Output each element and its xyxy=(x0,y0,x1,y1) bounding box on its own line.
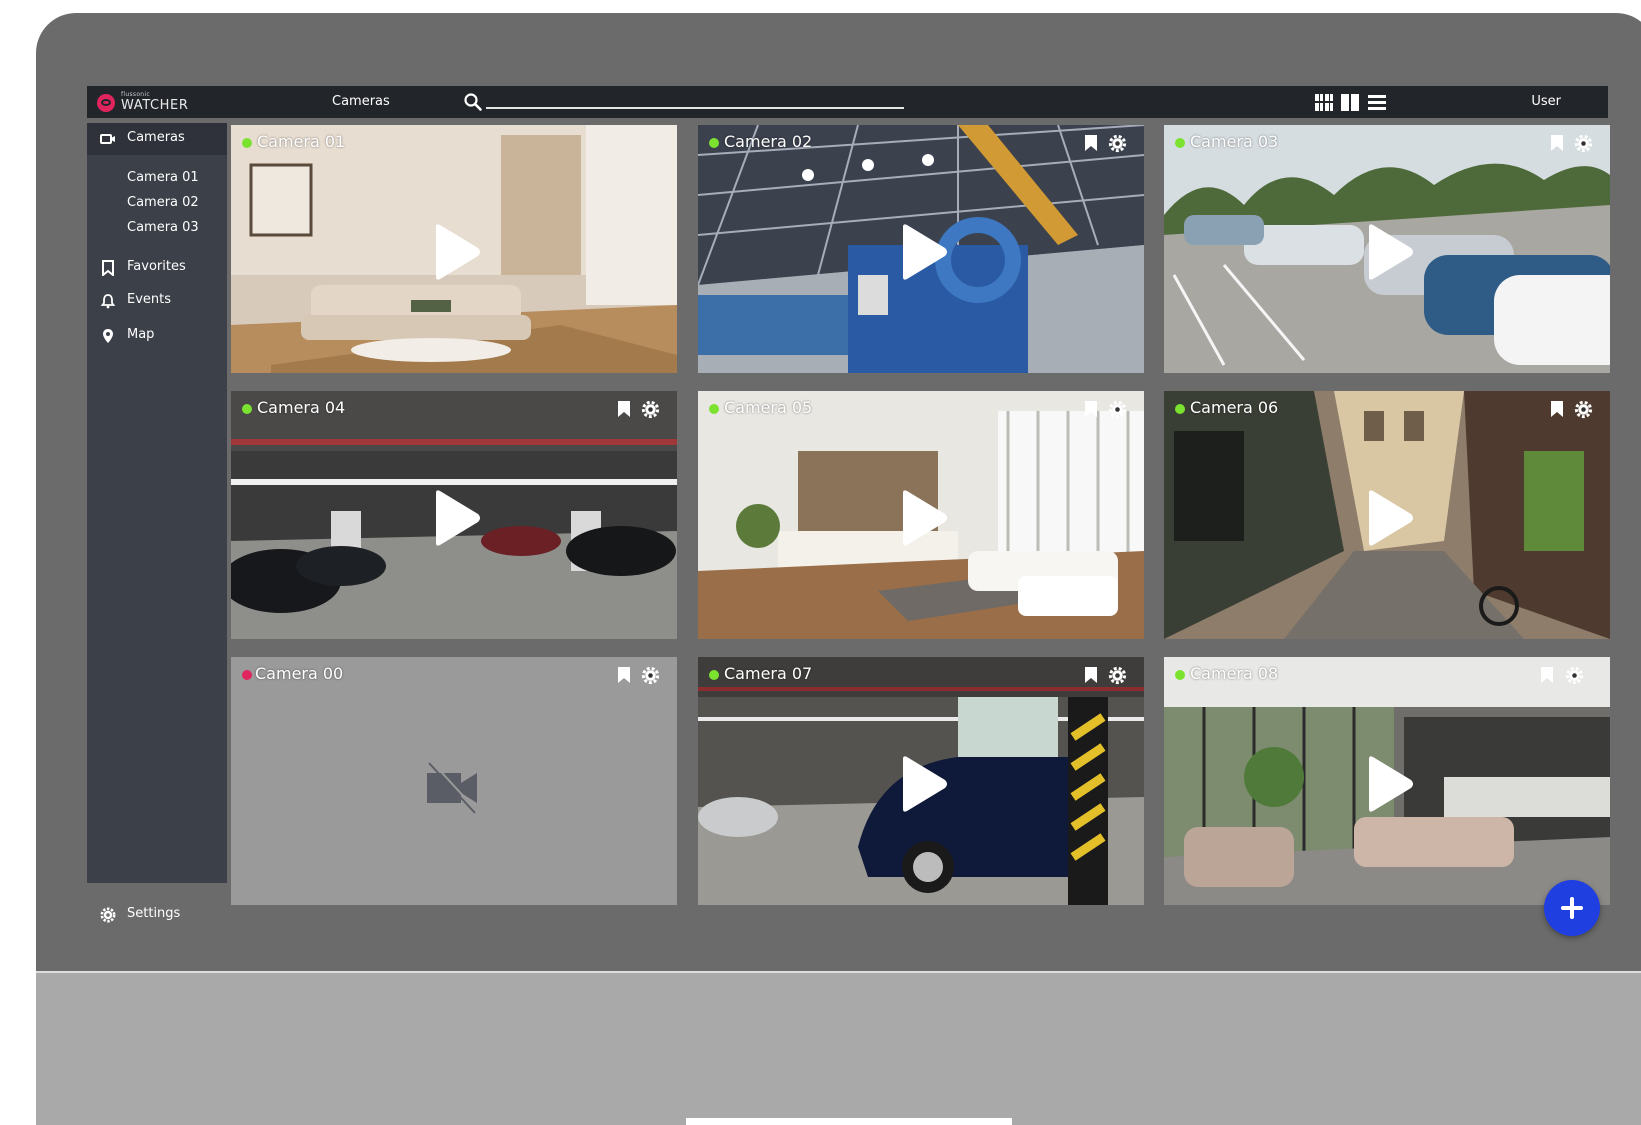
camera-tile[interactable]: Camera 05 xyxy=(698,391,1144,639)
top-bar: flussonic WATCHER Cameras User xyxy=(87,86,1608,118)
camera-title: Camera 07 xyxy=(724,664,813,683)
gear-icon[interactable] xyxy=(641,666,660,685)
laptop-base xyxy=(36,971,1641,1125)
split-view-icon[interactable] xyxy=(1341,94,1359,111)
camera-title: Camera 04 xyxy=(257,398,346,417)
status-dot-online xyxy=(1175,670,1185,680)
camera-title: Camera 08 xyxy=(1190,664,1279,683)
play-icon[interactable] xyxy=(424,223,482,281)
gear-icon[interactable] xyxy=(641,400,660,419)
add-camera-button[interactable] xyxy=(1544,880,1600,936)
user-menu[interactable]: User xyxy=(1531,94,1561,109)
status-dot-online xyxy=(709,404,719,414)
sidebar: Cameras Camera 01 Camera 02 Camera 03 Fa… xyxy=(87,123,227,883)
logo-brand-name: WATCHER xyxy=(121,98,189,113)
camera-tile[interactable]: Camera 06 xyxy=(1164,391,1610,639)
play-icon[interactable] xyxy=(891,223,949,281)
play-icon[interactable] xyxy=(891,489,949,547)
map-pin-icon xyxy=(103,329,113,343)
bookmark-icon[interactable] xyxy=(1084,135,1098,151)
sidebar-item-favorites[interactable]: Favorites xyxy=(87,252,227,284)
sidebar-item-map[interactable]: Map xyxy=(87,320,227,352)
sidebar-item-events[interactable]: Events xyxy=(87,285,227,317)
play-icon[interactable] xyxy=(424,489,482,547)
camera-title: Camera 02 xyxy=(724,132,813,151)
gear-icon[interactable] xyxy=(1574,400,1593,419)
list-view-icon[interactable] xyxy=(1368,94,1386,111)
play-icon[interactable] xyxy=(1357,755,1415,813)
sidebar-camera-link[interactable]: Camera 02 xyxy=(127,195,199,210)
bookmark-icon[interactable] xyxy=(617,401,631,417)
play-icon[interactable] xyxy=(891,755,949,813)
status-dot-online xyxy=(242,404,252,414)
sidebar-item-label: Favorites xyxy=(127,259,186,274)
video-off-icon xyxy=(427,761,479,814)
play-icon[interactable] xyxy=(1357,489,1415,547)
status-dot-online xyxy=(1175,138,1185,148)
camera-tile[interactable]: Camera 01 xyxy=(231,125,677,373)
status-dot-online xyxy=(1175,404,1185,414)
section-title[interactable]: Cameras xyxy=(332,94,390,109)
bookmark-icon[interactable] xyxy=(1540,667,1554,683)
bookmark-icon[interactable] xyxy=(1084,401,1098,417)
video-camera-icon xyxy=(100,134,115,144)
gear-icon[interactable] xyxy=(1108,134,1127,153)
camera-tile[interactable]: Camera 07 xyxy=(698,657,1144,905)
camera-tile[interactable]: Camera 03 xyxy=(1164,125,1610,373)
sidebar-item-label: Map xyxy=(127,327,155,342)
bookmark-icon[interactable] xyxy=(617,667,631,683)
camera-tile[interactable]: Camera 08 xyxy=(1164,657,1610,905)
gear-icon[interactable] xyxy=(1565,666,1584,685)
search-input[interactable] xyxy=(486,107,904,109)
camera-title: Camera 06 xyxy=(1190,398,1279,417)
gear-icon[interactable] xyxy=(1108,400,1127,419)
bookmark-icon[interactable] xyxy=(1084,667,1098,683)
status-dot-online xyxy=(709,670,719,680)
app-logo[interactable]: flussonic WATCHER xyxy=(97,91,217,114)
gear-icon xyxy=(100,907,116,923)
settings-link[interactable]: Settings xyxy=(87,903,227,927)
logo-mark-icon xyxy=(97,94,115,112)
camera-tile[interactable]: Camera 04 xyxy=(231,391,677,639)
grid-view-icon[interactable] xyxy=(1315,94,1333,111)
bell-icon xyxy=(100,294,116,309)
camera-tile[interactable]: Camera 02 xyxy=(698,125,1144,373)
status-dot-offline xyxy=(242,670,252,680)
status-dot-online xyxy=(709,138,719,148)
status-dot-online xyxy=(242,138,252,148)
camera-title: Camera 05 xyxy=(724,398,813,417)
play-icon[interactable] xyxy=(1357,223,1415,281)
search-icon[interactable] xyxy=(463,92,483,112)
camera-title: Camera 00 xyxy=(255,664,344,683)
sidebar-item-label: Events xyxy=(127,292,172,307)
laptop-base-notch xyxy=(686,1118,1012,1125)
camera-tile-offline[interactable]: Camera 00 xyxy=(231,657,677,905)
sidebar-camera-link[interactable]: Camera 03 xyxy=(127,220,199,235)
bookmark-icon xyxy=(102,260,114,276)
bookmark-icon[interactable] xyxy=(1550,401,1564,417)
logo-brand-small: flussonic xyxy=(121,91,150,98)
bookmark-icon[interactable] xyxy=(1550,135,1564,151)
camera-title: Camera 01 xyxy=(257,132,346,151)
sidebar-camera-link[interactable]: Camera 01 xyxy=(127,170,199,185)
sidebar-item-cameras[interactable]: Cameras xyxy=(87,123,227,155)
sidebar-item-label: Cameras xyxy=(127,130,185,145)
camera-title: Camera 03 xyxy=(1190,132,1279,151)
gear-icon[interactable] xyxy=(1108,666,1127,685)
settings-label: Settings xyxy=(127,906,181,921)
gear-icon[interactable] xyxy=(1574,134,1593,153)
